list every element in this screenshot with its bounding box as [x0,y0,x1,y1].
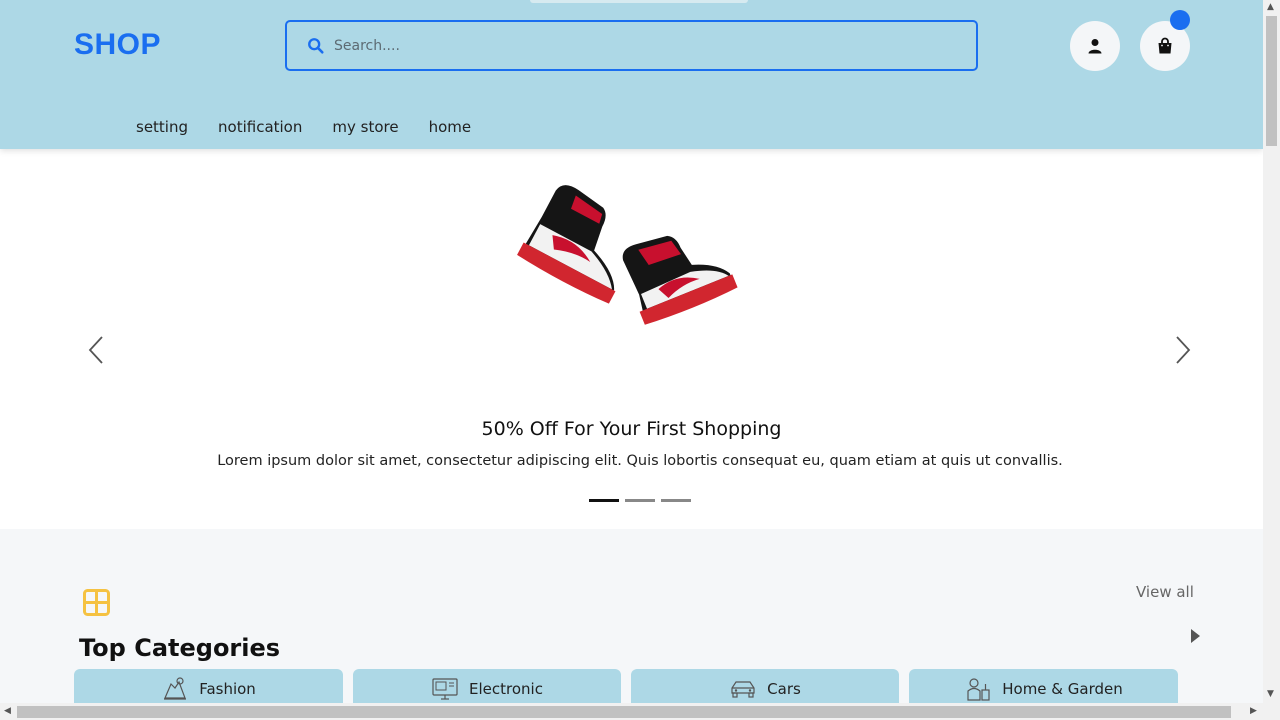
search-icon [308,37,324,54]
carousel-indicator-1[interactable] [589,499,619,502]
category-home-garden[interactable]: Home & Garden [909,669,1178,703]
hero-title: 50% Off For Your First Shopping [481,418,782,440]
scroll-right-arrow-icon[interactable]: ▶ [1250,707,1257,716]
site-header: SHOP setting notificati [0,0,1263,149]
category-label: Home & Garden [1002,680,1123,698]
scroll-up-arrow-icon[interactable]: ▲ [1267,3,1274,12]
search-bar[interactable] [285,20,978,71]
shopping-bag-icon [1158,37,1172,54]
page: SHOP setting notificati [0,0,1263,703]
scroll-left-arrow-icon[interactable]: ◀ [4,707,11,716]
fashion-icon [164,677,187,700]
hero-carousel: 50% Off For Your First Shopping Lorem ip… [0,149,1263,529]
nav-my-store[interactable]: my store [332,118,398,136]
nav-home[interactable]: home [429,118,472,136]
horizontal-scrollbar-thumb[interactable] [17,706,1231,718]
carousel-indicator-3[interactable] [661,499,691,502]
header-top-tab [530,0,748,3]
category-label: Fashion [199,680,256,698]
vertical-scrollbar-thumb[interactable] [1266,16,1277,146]
category-list: Fashion Electronic Cars Home & Garden [74,669,1178,703]
grid-icon [83,589,110,616]
hero-description: Lorem ipsum dolor sit amet, consectetur … [217,453,1063,469]
section-title: Top Categories [79,634,281,662]
sneakers-image [517,185,738,325]
electronic-icon [432,678,458,700]
top-categories-section: View all Top Categories Fashion Electron… [0,529,1263,703]
home-garden-icon [967,678,990,701]
carousel-prev-chevron-icon[interactable] [84,334,108,366]
category-label: Electronic [469,680,543,698]
car-icon [731,681,755,698]
search-input[interactable] [334,37,934,54]
user-account-button[interactable] [1070,21,1120,71]
main-nav: setting notification my store home [136,118,471,136]
scroll-down-arrow-icon[interactable]: ▼ [1267,690,1274,699]
user-icon [1088,39,1102,54]
cart-count-badge [1170,10,1190,30]
view-all-link[interactable]: View all [1136,583,1194,601]
category-fashion[interactable]: Fashion [74,669,343,703]
carousel-next-chevron-icon[interactable] [1171,334,1195,366]
nav-setting[interactable]: setting [136,118,188,136]
category-cars[interactable]: Cars [631,669,899,703]
carousel-indicators [589,499,691,502]
carousel-indicator-2[interactable] [625,499,655,502]
caret-right-icon[interactable] [1188,627,1202,645]
category-label: Cars [767,680,801,698]
category-electronic[interactable]: Electronic [353,669,621,703]
nav-notification[interactable]: notification [218,118,302,136]
logo[interactable]: SHOP [74,28,161,62]
